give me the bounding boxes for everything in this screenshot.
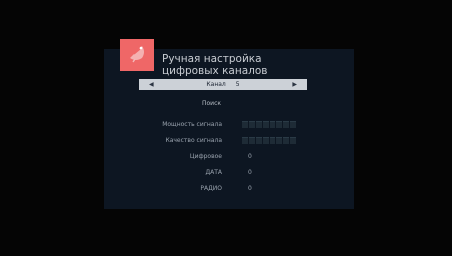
antenna-logo-tile <box>120 39 154 71</box>
channel-display: Канал 5 <box>206 81 239 88</box>
signal-quality-row: Качество сигнала <box>104 137 354 147</box>
digital-count: 0 <box>248 153 252 160</box>
channel-label: Канал <box>206 81 226 88</box>
radio-count-row: РАДИО 0 <box>104 185 354 195</box>
radio-label: РАДИО <box>200 185 222 192</box>
signal-quality-label: Качество сигнала <box>165 137 222 144</box>
channel-number: 5 <box>235 81 240 88</box>
signal-strength-label: Мощность сигнала <box>162 121 222 128</box>
signal-strength-row: Мощность сигнала <box>104 121 354 131</box>
signal-quality-meter <box>242 137 296 144</box>
signal-strength-meter <box>242 121 296 128</box>
previous-channel-arrow-icon[interactable]: ◀ <box>149 81 154 88</box>
next-channel-arrow-icon[interactable]: ▶ <box>292 81 297 88</box>
tv-screen: Ручная настройка цифровых каналов ◀ Кана… <box>0 0 452 256</box>
channel-selector[interactable]: ◀ Канал 5 ▶ <box>139 79 307 90</box>
data-label: ДАТА <box>205 169 222 176</box>
search-button[interactable]: Поиск <box>202 100 221 107</box>
satellite-dish-icon <box>126 42 148 68</box>
title-line-1: Ручная настройка <box>162 53 262 65</box>
manual-tuning-panel: Ручная настройка цифровых каналов ◀ Кана… <box>104 39 354 209</box>
title-line-2: цифровых каналов <box>162 65 268 77</box>
page-title: Ручная настройка цифровых каналов <box>162 53 267 77</box>
data-count-row: ДАТА 0 <box>104 169 354 179</box>
digital-count-row: Цифровое 0 <box>104 153 354 163</box>
radio-count: 0 <box>248 185 252 192</box>
data-count: 0 <box>248 169 252 176</box>
digital-label: Цифровое <box>189 153 222 160</box>
